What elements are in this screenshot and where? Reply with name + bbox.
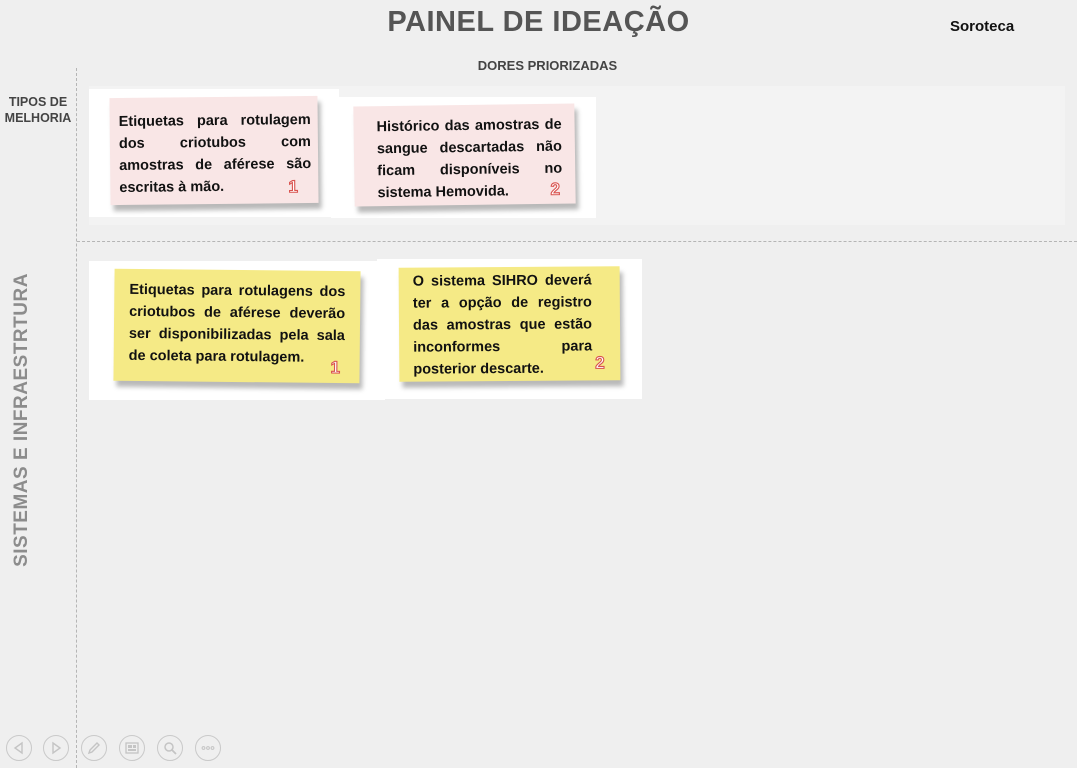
more-icon <box>201 746 215 750</box>
next-button[interactable] <box>43 735 69 761</box>
vertical-divider <box>76 68 77 768</box>
next-icon <box>52 741 62 755</box>
note-text: Etiquetas para rotulagens dos criotubos … <box>128 281 346 366</box>
sticky-note-pain-1[interactable]: Etiquetas para rotulagem dos criotubos c… <box>109 95 319 206</box>
note-text: O sistema SIHRO deverá ter a opção de re… <box>412 272 593 378</box>
note-text: Histórico das amostras de sangue descart… <box>376 116 563 202</box>
sticky-note-pain-2[interactable]: Histórico das amostras de sangue descart… <box>353 103 576 207</box>
pen-icon <box>87 742 100 755</box>
note-number: 2 <box>595 353 606 373</box>
previous-button[interactable] <box>6 735 32 761</box>
row-label-improvement-types: TIPOS DE MELHORIA <box>4 95 72 125</box>
sticky-note-idea-2[interactable]: O sistema SIHRO deverá ter a opção de re… <box>398 266 621 382</box>
organization-label: Soroteca <box>950 18 1015 35</box>
slides-icon <box>125 742 139 754</box>
slides-button[interactable] <box>119 735 145 761</box>
page-title: PAINEL DE IDEAÇÃO <box>387 6 690 38</box>
note-number: 1 <box>330 357 341 378</box>
previous-icon <box>13 741 23 755</box>
note-text: Etiquetas para rotulagem dos criotubos c… <box>118 111 312 196</box>
more-button[interactable] <box>195 735 221 761</box>
row-label-systems-infrastructure: SISTEMAS E INFRAESTRTURA <box>11 273 32 567</box>
column-heading: DORES PRIORIZADAS <box>477 58 618 73</box>
zoom-button[interactable] <box>157 735 183 761</box>
sticky-note-idea-1[interactable]: Etiquetas para rotulagens dos criotubos … <box>113 268 361 384</box>
horizontal-divider <box>77 241 1077 242</box>
note-number: 2 <box>550 179 561 199</box>
zoom-icon <box>164 742 177 755</box>
pen-button[interactable] <box>81 735 107 761</box>
note-number: 1 <box>288 177 299 197</box>
